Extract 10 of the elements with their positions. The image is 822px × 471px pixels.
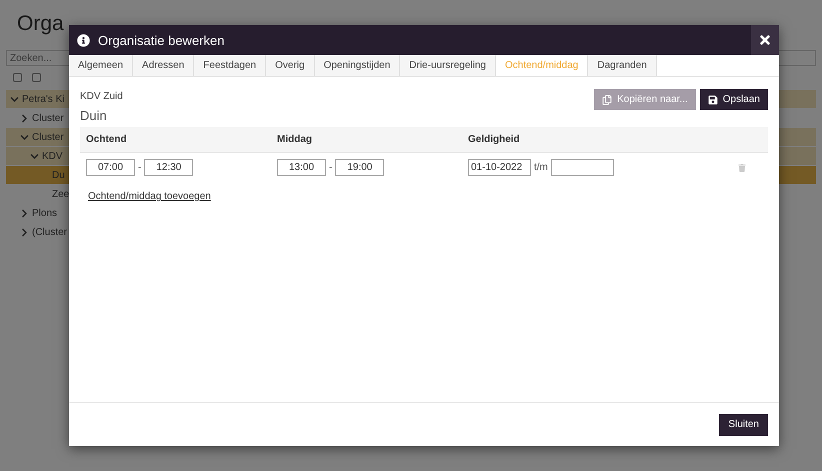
range-separator: - [138, 162, 142, 173]
column-header: Middag [276, 134, 313, 145]
group-heading: Duin [80, 108, 108, 123]
page-title: Orga [16, 12, 64, 37]
breadcrumb: KDV Zuid [80, 91, 123, 102]
range-separator: t/m [534, 162, 548, 173]
range-separator: - [329, 162, 332, 173]
column-header: Ochtend [85, 134, 128, 145]
dialog-title: Organisatie bewerken [98, 32, 224, 48]
column-header: Geldigheid [467, 134, 521, 145]
